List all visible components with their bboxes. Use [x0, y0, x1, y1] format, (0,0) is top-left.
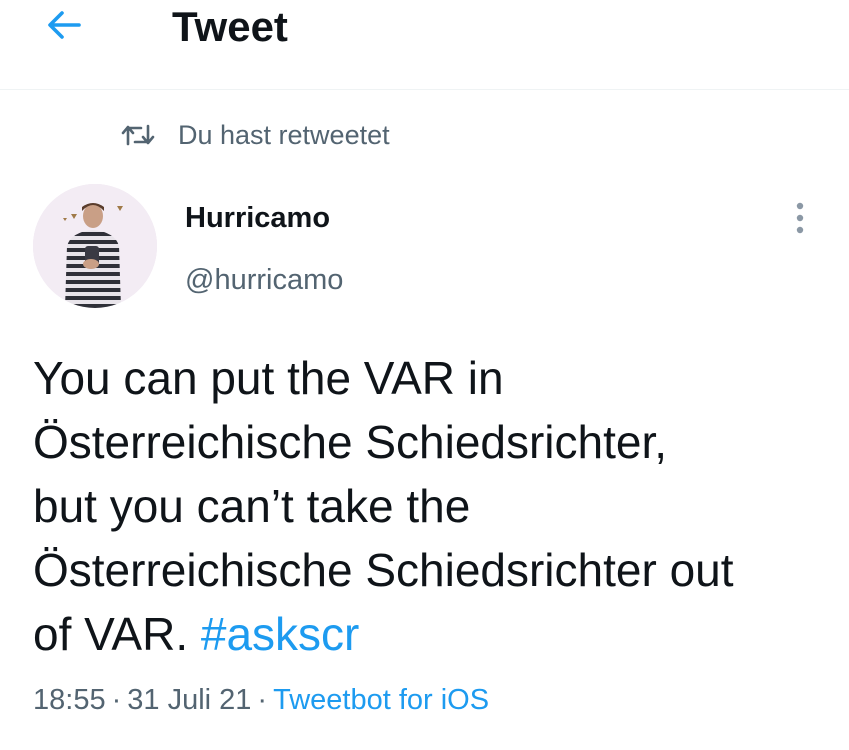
tweet-text-line: of VAR. — [33, 608, 189, 660]
retweet-icon — [120, 120, 156, 150]
top-bar: Tweet — [0, 0, 849, 90]
meta-separator: · — [257, 684, 268, 716]
author-handle[interactable]: @hurricamo — [185, 262, 343, 298]
more-vertical-icon — [795, 201, 805, 240]
avatar[interactable] — [33, 184, 157, 308]
back-button[interactable] — [36, 2, 92, 52]
tweet-text-line: Österreichische Schiedsrichter out — [33, 544, 734, 596]
retweet-label: Du hast retweetet — [178, 119, 390, 150]
tweet-source-link[interactable]: Tweetbot for iOS — [273, 684, 489, 716]
tweet-text-line: but you can’t take the — [33, 480, 471, 532]
tweet-text-line: Österreichische Schiedsrichter, — [33, 416, 668, 468]
tweet-text: You can put the VAR in Österreichische S… — [33, 346, 833, 666]
tweet-text-last-line: of VAR. #askscr — [33, 602, 833, 666]
arrow-left-icon — [47, 10, 81, 45]
author-name[interactable]: Hurricamo — [185, 200, 330, 236]
tweet-text-line: You can put the VAR in — [33, 352, 504, 404]
tweet-date[interactable]: 31 Juli 21 — [127, 684, 251, 716]
page-title: Tweet — [172, 3, 288, 50]
tweet-time[interactable]: 18:55 — [33, 684, 106, 716]
more-button[interactable] — [784, 200, 816, 240]
tweet-meta: 18:55 · 31 Juli 21 · Tweetbot for iOS — [33, 680, 489, 720]
hashtag-link[interactable]: #askscr — [201, 608, 359, 660]
meta-separator: · — [111, 684, 122, 716]
retweet-indicator: Du hast retweetet — [120, 115, 390, 155]
